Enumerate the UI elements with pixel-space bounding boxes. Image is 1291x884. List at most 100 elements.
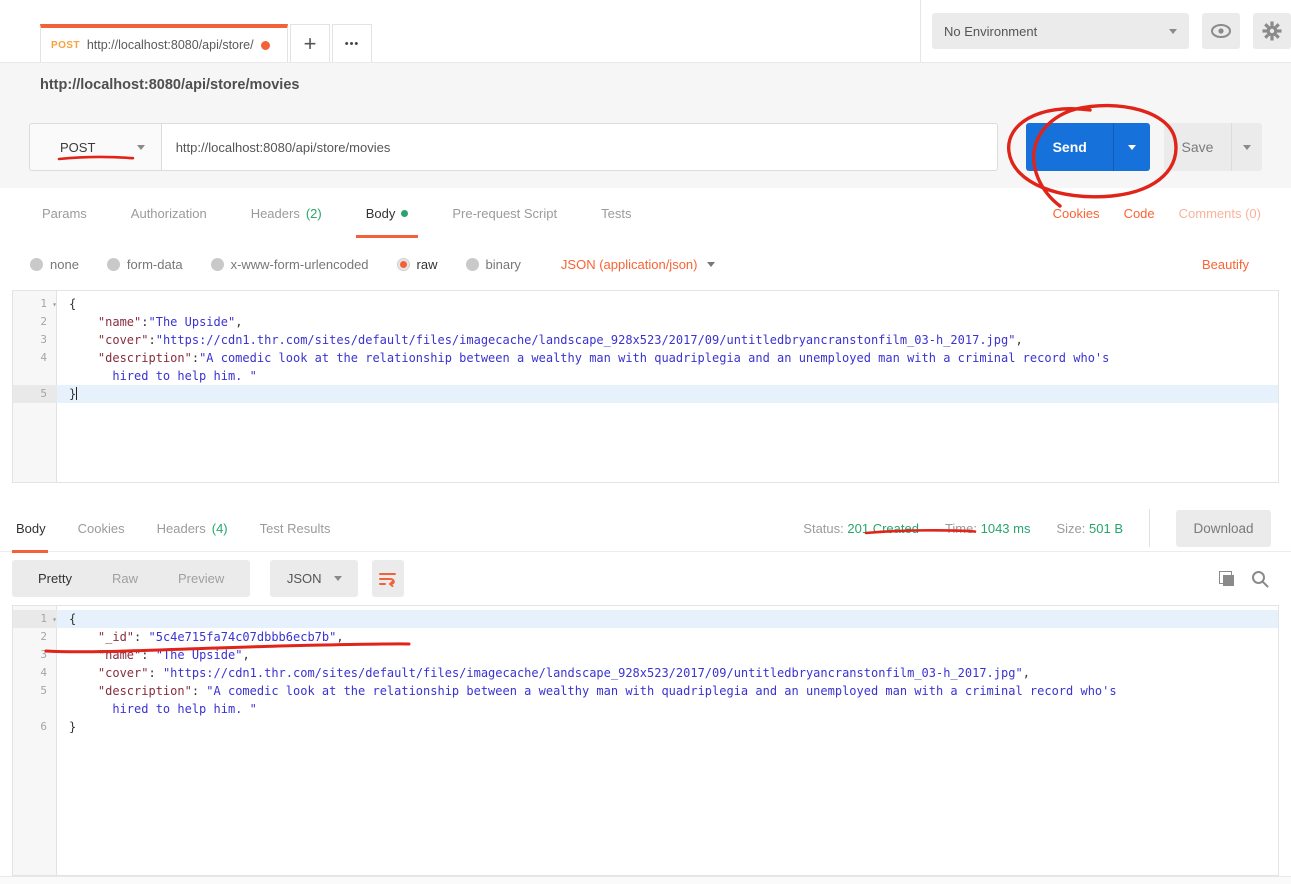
code-link[interactable]: Code <box>1124 206 1155 221</box>
response-tab-headers[interactable]: Headers (4) <box>141 505 244 552</box>
beautify-link[interactable]: Beautify <box>1202 257 1261 272</box>
radio-label: x-www-form-urlencoded <box>231 257 369 272</box>
environment-quicklook-button[interactable] <box>1202 13 1240 49</box>
chevron-down-icon <box>1128 145 1136 150</box>
line-number: 6 <box>13 718 57 736</box>
line-number: 5 <box>13 385 57 403</box>
status-label: Status: <box>803 521 843 536</box>
request-body-editor[interactable]: 1▾{2 "name":"The Upside",3 "cover":"http… <box>12 290 1279 483</box>
code-line: 2 "name":"The Upside", <box>13 313 1278 331</box>
method-select[interactable]: POST <box>29 123 161 171</box>
tab-label: Headers <box>251 206 300 221</box>
response-meta: Status: 201 Created Time: 1043 ms Size: … <box>803 509 1279 547</box>
line-number: 4 <box>13 664 57 682</box>
code-line: 2 "_id": "5c4e715fa74c07dbbb6ecb7b", <box>13 628 1278 646</box>
response-view-segmented-control: Pretty Raw Preview <box>12 560 250 597</box>
radio-icon <box>107 258 120 271</box>
fold-caret-icon[interactable]: ▾ <box>52 296 57 314</box>
tab-body[interactable]: Body <box>344 188 431 238</box>
send-button[interactable]: Send <box>1026 123 1113 171</box>
environment-select[interactable]: No Environment <box>932 13 1189 49</box>
request-code-lines: 1▾{2 "name":"The Upside",3 "cover":"http… <box>13 291 1278 403</box>
url-input[interactable] <box>161 123 999 171</box>
code-line: 4 "description":"A comedic look at the r… <box>13 349 1278 367</box>
tab-options-button[interactable]: ••• <box>332 24 372 62</box>
tab-authorization[interactable]: Authorization <box>109 188 229 238</box>
response-tab-test-results[interactable]: Test Results <box>244 505 347 552</box>
radio-raw[interactable]: raw <box>397 257 438 272</box>
chevron-down-icon <box>707 262 715 267</box>
tab-pre-request-script[interactable]: Pre-request Script <box>430 188 579 238</box>
tab-label: Body <box>366 206 396 221</box>
comments-link[interactable]: Comments (0) <box>1179 206 1261 221</box>
format-label: JSON <box>287 571 322 586</box>
settings-button[interactable] <box>1253 13 1291 49</box>
line-number: 1▾ <box>13 295 57 313</box>
environment-label: No Environment <box>944 24 1169 39</box>
tab-method-label: POST <box>51 40 80 51</box>
radio-label: binary <box>486 257 521 272</box>
line-number: 2 <box>13 628 57 646</box>
view-pretty[interactable]: Pretty <box>18 571 92 586</box>
radio-binary[interactable]: binary <box>466 257 521 272</box>
line-number: 3 <box>13 331 57 349</box>
radio-selected-icon <box>397 258 410 271</box>
tab-params[interactable]: Params <box>20 188 109 238</box>
line-number <box>13 367 57 385</box>
save-button[interactable]: Save <box>1164 123 1232 171</box>
radio-none[interactable]: none <box>30 257 79 272</box>
request-tab[interactable]: POST http://localhost:8080/api/store/ <box>40 24 288 62</box>
line-number: 5 <box>13 682 57 700</box>
code-line: hired to help him. " <box>13 700 1278 718</box>
new-tab-button[interactable]: + <box>290 24 330 62</box>
postman-window: POST http://localhost:8080/api/store/ + … <box>0 0 1291 884</box>
tab-label: Cookies <box>78 521 125 536</box>
status-value: 201 Created <box>847 521 919 536</box>
size-value: 501 B <box>1089 521 1123 536</box>
tab-headers[interactable]: Headers (2) <box>229 188 344 238</box>
response-toolbar-right <box>1219 570 1279 588</box>
response-header: Body Cookies Headers (4) Test Results St… <box>0 505 1291 552</box>
response-tab-cookies[interactable]: Cookies <box>62 505 141 552</box>
tab-tests[interactable]: Tests <box>579 188 653 238</box>
tab-label: Authorization <box>131 206 207 221</box>
page-title: http://localhost:8080/api/store/movies <box>40 77 299 93</box>
code-line: 3 "cover":"https://cdn1.thr.com/sites/de… <box>13 331 1278 349</box>
environment-area: No Environment <box>920 0 1291 62</box>
view-preview[interactable]: Preview <box>158 571 244 586</box>
save-button-group: Save <box>1164 123 1263 171</box>
search-icon[interactable] <box>1251 570 1269 588</box>
tab-label: Body <box>16 521 46 536</box>
chevron-down-icon <box>1169 29 1177 34</box>
text-cursor <box>76 387 77 400</box>
fold-caret-icon[interactable]: ▾ <box>52 611 57 629</box>
cookies-link[interactable]: Cookies <box>1053 206 1100 221</box>
content-type-select[interactable]: JSON (application/json) <box>561 257 716 272</box>
word-wrap-button[interactable] <box>372 560 404 597</box>
request-tabs: Params Authorization Headers (2) Body Pr… <box>0 188 1291 238</box>
body-type-row: none form-data x-www-form-urlencoded raw… <box>0 238 1291 290</box>
code-line: 5 "description": "A comedic look at the … <box>13 682 1278 700</box>
radio-icon <box>30 258 43 271</box>
code-line: 1▾{ <box>13 610 1278 628</box>
view-raw[interactable]: Raw <box>92 571 158 586</box>
response-body-editor[interactable]: 1▾{2 "_id": "5c4e715fa74c07dbbb6ecb7b",3… <box>12 605 1279 876</box>
tab-label: Params <box>42 206 87 221</box>
bottom-strip <box>0 876 1291 884</box>
radio-form-data[interactable]: form-data <box>107 257 183 272</box>
send-options-button[interactable] <box>1113 123 1149 171</box>
radio-x-www-form-urlencoded[interactable]: x-www-form-urlencoded <box>211 257 369 272</box>
copy-icon[interactable] <box>1219 571 1235 587</box>
eye-icon <box>1211 24 1231 38</box>
response-toolbar: Pretty Raw Preview JSON <box>0 552 1291 605</box>
time-value: 1043 ms <box>981 521 1031 536</box>
headers-count-badge: (4) <box>212 521 228 536</box>
response-format-select[interactable]: JSON <box>270 560 358 597</box>
save-options-button[interactable] <box>1231 123 1262 171</box>
send-button-group: Send <box>1026 123 1149 171</box>
response-tab-body[interactable]: Body <box>12 505 62 552</box>
response-code-lines: 1▾{2 "_id": "5c4e715fa74c07dbbb6ecb7b",3… <box>13 606 1278 736</box>
download-button[interactable]: Download <box>1176 510 1271 547</box>
radio-icon <box>211 258 224 271</box>
request-title-bar: http://localhost:8080/api/store/movies <box>0 62 1291 106</box>
